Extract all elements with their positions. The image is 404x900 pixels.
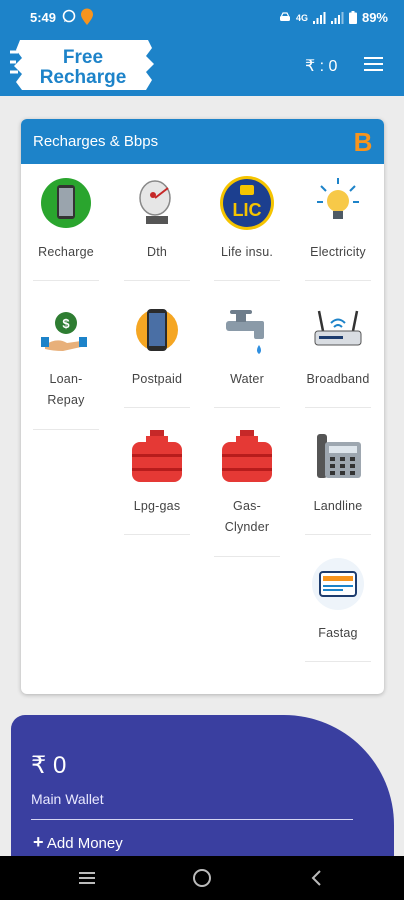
wallet-panel: ₹ 0 Main Wallet + Add Money (11, 715, 394, 860)
status-bar: 5:49 4G 89% (0, 0, 404, 34)
fastag-icon (309, 555, 367, 613)
divider (31, 819, 353, 820)
tile-postpaid[interactable]: Postpaid (112, 301, 202, 408)
mobile-icon (37, 174, 95, 232)
tile-gas-cylinder[interactable]: Gas- Clynder (202, 428, 292, 557)
svg-text:LIC: LIC (233, 200, 262, 220)
bbps-logo-icon: B (354, 127, 373, 155)
back-icon[interactable] (306, 867, 328, 889)
bulb-icon (309, 174, 367, 232)
home-icon[interactable] (191, 867, 213, 889)
gas-cylinder-icon (218, 428, 276, 486)
system-nav-bar (0, 856, 404, 900)
card-title: Recharges & Bbps (33, 133, 159, 150)
wallet-label: Main Wallet (31, 791, 104, 807)
tile-landline[interactable]: Landline (293, 428, 383, 535)
battery-percent: 89% (361, 10, 388, 25)
logo-line1: Free (63, 47, 103, 68)
tile-water[interactable]: Water (202, 301, 292, 408)
recents-icon[interactable] (76, 867, 98, 889)
car-icon (279, 12, 290, 21)
tap-icon (218, 301, 276, 359)
network-type: 4G (295, 12, 308, 23)
tile-life-insurance[interactable]: LIC Life insu. (202, 174, 292, 281)
card-header: Recharges & Bbps B (21, 119, 384, 164)
tile-electricity[interactable]: Electricity (293, 174, 383, 281)
location-pin-icon (81, 8, 93, 25)
status-time: 5:49 (30, 10, 57, 25)
plus-icon: + (33, 832, 44, 852)
recharge-bbps-card: Recharges & Bbps B Recharge Dth LIC Life… (21, 119, 384, 694)
whatsapp-icon (62, 9, 76, 23)
signal-icon-2 (330, 11, 344, 24)
tile-dth[interactable]: Dth (112, 174, 202, 281)
header-balance[interactable]: ₹ : 0 (305, 56, 337, 76)
landline-phone-icon (309, 428, 367, 486)
loan-icon: $ (37, 301, 95, 359)
tile-broadband[interactable]: Broadband (293, 301, 383, 408)
hamburger-menu-icon[interactable] (364, 56, 386, 74)
app-logo: Free Recharge (10, 40, 154, 90)
svg-text:B: B (354, 127, 373, 155)
wallet-amount: ₹ 0 (31, 752, 67, 779)
battery-icon (348, 11, 357, 24)
tile-lpg-gas[interactable]: Lpg-gas (112, 428, 202, 535)
tile-recharge[interactable]: Recharge (21, 174, 111, 281)
dish-antenna-icon (128, 174, 186, 232)
svg-text:$: $ (62, 316, 70, 331)
lic-icon: LIC (218, 174, 276, 232)
app-bar: Free Recharge ₹ : 0 (0, 34, 404, 96)
logo-line2: Recharge (40, 67, 127, 88)
tile-fastag[interactable]: Fastag (293, 555, 383, 662)
router-icon (309, 301, 367, 359)
gas-cylinder-icon (128, 428, 186, 486)
add-money-button[interactable]: + Add Money (33, 832, 123, 853)
postpaid-phone-icon (128, 301, 186, 359)
tile-loan-repay[interactable]: $ Loan- Repay (21, 301, 111, 430)
signal-icon (312, 11, 326, 24)
